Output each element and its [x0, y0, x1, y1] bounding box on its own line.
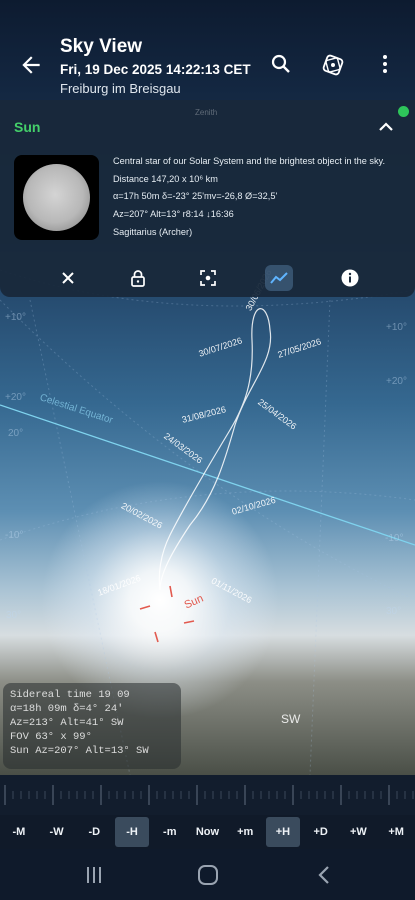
selected-check-icon: [398, 106, 409, 117]
sun-marker-tick: [154, 631, 159, 643]
time-step-button[interactable]: +M: [379, 817, 413, 847]
sky-view-mode-icon[interactable]: [320, 52, 344, 76]
grid-label: -10°: [385, 533, 404, 544]
grid-label: 30°: [6, 610, 22, 621]
readout-line: Sun Az=207° Alt=13° SW: [10, 745, 149, 757]
card-action-bar: [0, 265, 415, 291]
lock-icon[interactable]: [124, 265, 152, 291]
grid-label: +20°: [5, 392, 26, 403]
search-icon[interactable]: [269, 52, 293, 76]
time-step-bar: -M -W -D -H -m Now +m +H +D +W +M: [0, 815, 415, 849]
time-scrubber-ticks: [4, 785, 414, 805]
info-icon[interactable]: [336, 265, 364, 291]
back-icon[interactable]: [313, 863, 337, 887]
sun-marker-tick: [183, 620, 195, 624]
readout-line: α=18h 09m δ=4° 24': [10, 703, 124, 715]
time-step-button[interactable]: Now: [191, 817, 225, 847]
time-scrubber[interactable]: [0, 775, 415, 815]
readout-line: FOV 63° x 99°: [10, 731, 92, 743]
sun-marker-tick: [169, 585, 173, 598]
system-nav-bar: [0, 849, 415, 900]
trajectory-icon[interactable]: [265, 265, 293, 291]
app-bar: Sky View Fri, 19 Dec 2025 14:22:13 CET F…: [0, 28, 415, 100]
grid-line: [309, 299, 331, 775]
page-title: Sky View: [60, 36, 143, 57]
zenith-label: Zenith: [195, 108, 218, 117]
center-focus-icon[interactable]: [194, 265, 222, 291]
time-step-button[interactable]: -D: [77, 817, 111, 847]
object-info-card: Zenith Sun Central star of our Solar Sys…: [0, 100, 415, 297]
time-step-button[interactable]: -H: [115, 817, 149, 847]
object-coordinates: α=17h 50m δ=-23° 25'mv=-26,8 Ø=32,5': [113, 191, 278, 202]
compass-direction-label: SW: [281, 712, 301, 726]
object-details: Central star of our Solar System and the…: [113, 155, 403, 243]
location-label[interactable]: Freiburg im Breisgau: [60, 81, 181, 96]
grid-label: 30°: [386, 606, 402, 617]
readout-line: Az=213° Alt=41° SW: [10, 717, 124, 729]
time-step-button[interactable]: +H: [266, 817, 300, 847]
object-constellation: Sagittarius (Archer): [113, 226, 193, 237]
grid-label: 20°: [8, 428, 24, 439]
chevron-up-icon[interactable]: [377, 120, 395, 134]
home-icon[interactable]: [196, 863, 220, 887]
object-name: Sun: [14, 119, 41, 135]
time-step-button[interactable]: -W: [40, 817, 74, 847]
grid-label: +10°: [5, 312, 26, 323]
datetime-subtitle[interactable]: Fri, 19 Dec 2025 14:22:13 CET: [60, 62, 255, 77]
celestial-equator-line: [0, 404, 415, 546]
object-image: [14, 155, 99, 240]
close-icon[interactable]: [54, 265, 82, 291]
object-distance: Distance 147,20 x 10⁶ km: [113, 173, 218, 184]
object-description: Central star of our Solar System and the…: [113, 156, 386, 166]
back-arrow-icon[interactable]: [18, 52, 44, 78]
position-readout: Sidereal time 19 09 α=18h 09m δ=4° 24' A…: [3, 683, 181, 769]
time-step-button[interactable]: -M: [2, 817, 36, 847]
readout-line: Sidereal time 19 09: [10, 689, 130, 701]
time-step-button[interactable]: +W: [342, 817, 376, 847]
grid-label: -10°: [5, 530, 24, 541]
sun-marker-tick: [139, 605, 151, 610]
time-step-button[interactable]: +m: [228, 817, 262, 847]
recent-apps-icon[interactable]: [82, 863, 106, 887]
time-step-button[interactable]: -m: [153, 817, 187, 847]
grid-label: +10°: [386, 322, 407, 333]
time-step-button[interactable]: +D: [304, 817, 338, 847]
grid-label: +20°: [386, 376, 407, 387]
object-horizontal-coords: Az=207° Alt=13° r8:14 ↓16:36: [113, 209, 234, 220]
more-vert-icon[interactable]: [373, 52, 397, 76]
